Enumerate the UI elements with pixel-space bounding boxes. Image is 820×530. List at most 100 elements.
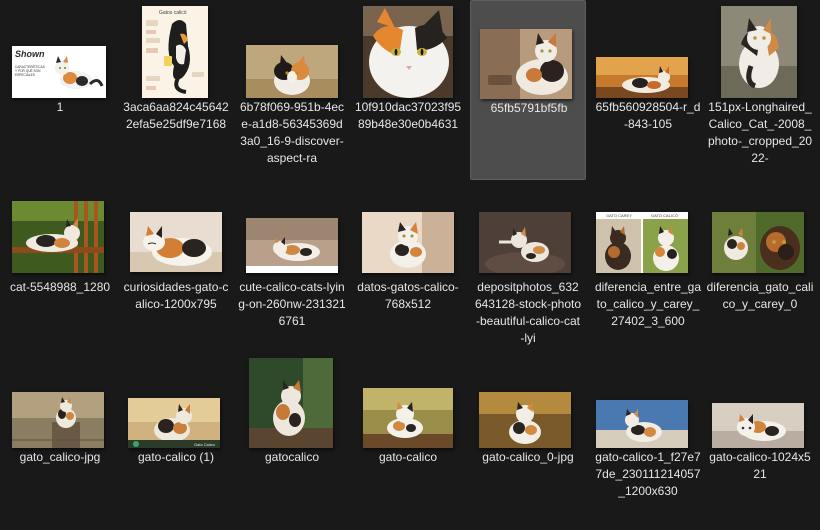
thumbnail-area xyxy=(118,193,234,291)
image-thumbnail xyxy=(12,392,104,448)
file-name: 1 xyxy=(56,100,64,114)
file-item[interactable]: cute-calico-cats-lying-on-260nw-23132167… xyxy=(234,193,350,373)
thumb-caption: Shown xyxy=(15,49,45,59)
thumbnail-area xyxy=(590,0,706,98)
image-thumbnail xyxy=(480,29,572,99)
image-thumbnail xyxy=(246,45,338,98)
thumb-caption: GATO CAREY xyxy=(606,213,632,218)
image-thumbnail: Shown CARACTERÍSTICAS Y POR QUÉ SON ESPE… xyxy=(12,46,106,98)
thumb-caption: ESPECIALES xyxy=(15,73,35,77)
file-name: curiosidades-gato-calico-1200x795 xyxy=(123,280,229,311)
file-item[interactable]: Shown CARACTERÍSTICAS Y POR QUÉ SON ESPE… xyxy=(2,0,118,180)
image-thumbnail: Gatos calicó xyxy=(142,6,208,98)
thumbnail-graphic: GATO CAREY GATO CALICÓ xyxy=(596,212,688,273)
thumbnail-graphic xyxy=(249,358,333,448)
file-name: gato-calico-1024x521 xyxy=(709,450,811,481)
thumb-caption: Gato Calico xyxy=(194,442,216,447)
file-name: diferencia_gato_calico_y_carey_0 xyxy=(706,280,814,311)
file-name: depositphotos_632643128-stock-photo-beau… xyxy=(474,280,582,345)
thumbnail-graphic xyxy=(12,392,104,448)
file-name: 65fb560928504-r_d-843-105 xyxy=(595,100,701,131)
file-name: gato-calico xyxy=(378,450,438,464)
image-thumbnail xyxy=(596,57,688,98)
thumbnail-area xyxy=(702,350,818,448)
file-item[interactable]: diferencia_gato_calico_y_carey_0 xyxy=(702,193,818,373)
file-name: gato_calico-jpg xyxy=(19,450,101,464)
image-thumbnail xyxy=(246,218,338,273)
file-item[interactable]: Gato Calico gato-calico (1) xyxy=(118,350,234,530)
thumbnail-graphic: Shown CARACTERÍSTICAS Y POR QUÉ SON ESPE… xyxy=(12,46,106,98)
thumbnail-area xyxy=(234,193,350,291)
thumbnail-graphic xyxy=(363,388,453,448)
image-thumbnail xyxy=(596,400,688,448)
thumbnail-area xyxy=(471,1,587,99)
file-item[interactable]: gato-calico_0-jpg xyxy=(470,350,586,530)
file-name: gato-calico-1_f27e77de_230111214057_1200… xyxy=(595,450,701,498)
thumbnail-graphic: Gatos calicó xyxy=(142,6,208,98)
thumbnail-graphic xyxy=(479,392,571,448)
thumbnail-area xyxy=(234,0,350,98)
file-name: cute-calico-cats-lying-on-260nw-23132167… xyxy=(238,280,346,328)
thumbnail-area xyxy=(350,193,466,291)
file-item[interactable]: datos-gatos-calico-768x512 xyxy=(350,193,466,373)
file-name: cat-5548988_1280 xyxy=(9,280,111,294)
image-thumbnail xyxy=(479,212,571,273)
file-name: diferencia_entre_gato_calico_y_carey_274… xyxy=(594,280,702,328)
thumbnail-area xyxy=(2,350,118,448)
thumbnail-graphic: Gato Calico xyxy=(128,398,220,448)
thumbnail-graphic xyxy=(363,6,453,98)
file-item[interactable]: gato-calico-1024x521 xyxy=(702,350,818,530)
file-item[interactable]: 6b78f069-951b-4ece-a1d8-56345369d3a0_16-… xyxy=(234,0,350,180)
thumbnail-graphic xyxy=(712,403,804,448)
thumbnail-graphic xyxy=(721,6,797,98)
thumbnail-area xyxy=(470,350,586,448)
image-thumbnail xyxy=(721,6,797,98)
file-item[interactable]: cat-5548988_1280 xyxy=(2,193,118,373)
thumbnail-area: Shown CARACTERÍSTICAS Y POR QUÉ SON ESPE… xyxy=(2,0,118,98)
file-item[interactable]: 10f910dac37023f9589b48e30e0b4631 xyxy=(350,0,466,180)
thumbnail-graphic xyxy=(12,201,104,273)
file-item[interactable]: 65fb560928504-r_d-843-105 xyxy=(590,0,706,180)
file-name: 6b78f069-951b-4ece-a1d8-56345369d3a0_16-… xyxy=(239,100,345,165)
thumbnail-area xyxy=(702,193,818,291)
file-item[interactable]: gato-calico xyxy=(350,350,466,530)
image-thumbnail xyxy=(12,201,104,273)
file-name: gato-calico (1) xyxy=(137,450,215,464)
file-item[interactable]: Gatos calicó 3aca6aa824c456422efa5e25df9… xyxy=(118,0,234,180)
file-item-selected[interactable]: 65fb5791bf5fb xyxy=(470,0,586,180)
thumbnail-area: GATO CAREY GATO CALICÓ xyxy=(590,193,706,291)
thumbnail-graphic xyxy=(712,212,804,273)
thumbnail-graphic xyxy=(596,400,688,448)
file-item[interactable]: gatocalico xyxy=(234,350,350,530)
file-name: 65fb5791bf5fb xyxy=(490,101,568,115)
image-thumbnail xyxy=(249,358,333,448)
file-item[interactable]: 151px-Longhaired_Calico_Cat_-2008_photo-… xyxy=(702,0,818,180)
thumbnail-graphic xyxy=(246,45,338,98)
thumbnail-graphic xyxy=(596,57,688,98)
file-item[interactable]: gato_calico-jpg xyxy=(2,350,118,530)
file-grid: Shown CARACTERÍSTICAS Y POR QUÉ SON ESPE… xyxy=(0,0,820,527)
image-thumbnail: Gato Calico xyxy=(128,398,220,448)
thumbnail-graphic xyxy=(480,29,572,99)
thumbnail-graphic xyxy=(130,212,222,272)
image-thumbnail xyxy=(712,403,804,448)
thumbnail-area xyxy=(590,350,706,448)
image-thumbnail xyxy=(363,6,453,98)
file-item[interactable]: gato-calico-1_f27e77de_230111214057_1200… xyxy=(590,350,706,530)
thumbnail-graphic xyxy=(362,212,454,273)
thumb-caption: GATO CALICÓ xyxy=(651,213,678,218)
thumbnail-area xyxy=(702,0,818,98)
thumbnail-area: Gato Calico xyxy=(118,350,234,448)
file-name: gatocalico xyxy=(264,450,320,464)
thumbnail-area xyxy=(2,193,118,291)
thumbnail-graphic xyxy=(479,212,571,273)
thumbnail-area xyxy=(234,350,350,448)
file-item[interactable]: depositphotos_632643128-stock-photo-beau… xyxy=(470,193,586,373)
file-item[interactable]: GATO CAREY GATO CALICÓ diferencia_entre_… xyxy=(590,193,706,373)
thumb-caption: Gatos calicó xyxy=(159,10,187,16)
thumbnail-area xyxy=(470,193,586,291)
image-thumbnail: GATO CAREY GATO CALICÓ xyxy=(596,212,688,273)
file-name: 3aca6aa824c456422efa5e25df9e7168 xyxy=(123,100,229,131)
file-item[interactable]: curiosidades-gato-calico-1200x795 xyxy=(118,193,234,373)
file-name: 10f910dac37023f9589b48e30e0b4631 xyxy=(354,100,462,131)
